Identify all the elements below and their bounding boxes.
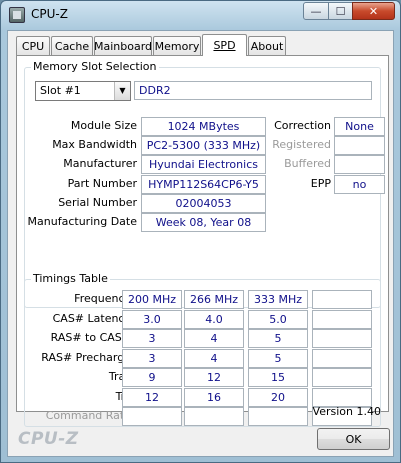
timing-row-label: RAS# to CAS# — [50, 331, 131, 344]
timing-cell — [312, 290, 372, 309]
timing-cell: 5 — [248, 349, 308, 368]
registered-value — [334, 136, 385, 155]
timing-cell: 200 MHz — [122, 290, 182, 309]
timing-cell: 266 MHz — [184, 290, 244, 309]
timing-cell — [312, 310, 372, 329]
timing-cell — [248, 407, 308, 426]
maximize-icon: ☐ — [335, 4, 346, 18]
timing-cell: 4 — [184, 349, 244, 368]
window-title: CPU-Z — [31, 7, 68, 21]
timing-cell — [122, 407, 182, 426]
correction-label: Correction — [274, 119, 331, 132]
timing-cell: 3.0 — [122, 310, 182, 329]
close-button[interactable]: ✕ — [352, 2, 395, 20]
slot-select-value: Slot #1 — [40, 84, 81, 97]
cpuz-footer-logo: CPU-Z — [18, 429, 79, 449]
tab-cpu[interactable]: CPU — [16, 36, 50, 55]
epp-value: no — [334, 175, 385, 194]
ok-button[interactable]: OK — [317, 428, 390, 450]
timing-cell: 4 — [184, 329, 244, 348]
timing-cell: 5 — [248, 329, 308, 348]
maximize-button[interactable]: ☐ — [328, 2, 353, 20]
manufacturer-label: Manufacturer — [63, 157, 137, 170]
timing-cell — [312, 368, 372, 387]
minimize-icon: — — [310, 4, 322, 18]
correction-value: None — [334, 117, 385, 136]
buffered-value — [334, 155, 385, 174]
title-bar[interactable]: CPU-Z — ☐ ✕ — [1, 1, 400, 29]
tab-spd[interactable]: SPD — [202, 34, 247, 56]
timing-cell: 333 MHz — [248, 290, 308, 309]
close-icon: ✕ — [368, 4, 379, 18]
max-bandwidth-value: PC2-5300 (333 MHz) — [141, 136, 266, 155]
tab-about[interactable]: About — [248, 36, 286, 55]
timing-row-label: CAS# Latency — [52, 312, 131, 325]
module-size-label: Module Size — [70, 119, 137, 132]
tab-memory[interactable]: Memory — [153, 36, 201, 55]
memory-type-field: DDR2 — [134, 81, 372, 100]
serial-number-value: 02004053 — [141, 194, 266, 213]
timing-cell: 4.0 — [184, 310, 244, 329]
timing-cell: 3 — [122, 349, 182, 368]
cpuz-window: CPU-Z — ☐ ✕ CPU Cache Mainboard Memory S… — [0, 0, 401, 463]
timing-cell — [312, 349, 372, 368]
timing-cell: 12 — [122, 388, 182, 407]
timing-cell — [184, 407, 244, 426]
part-number-label: Part Number — [67, 177, 137, 190]
manufacturer-value: Hyundai Electronics — [141, 155, 266, 174]
timing-cell: 5.0 — [248, 310, 308, 329]
timing-row-label: RAS# Precharge — [41, 351, 131, 364]
max-bandwidth-label: Max Bandwidth — [52, 138, 137, 151]
timing-cell: 12 — [184, 368, 244, 387]
module-size-value: 1024 MBytes — [141, 117, 266, 136]
timing-cell: 16 — [184, 388, 244, 407]
client-area: CPU Cache Mainboard Memory SPD About Mem… — [7, 30, 394, 457]
timing-cell: 3 — [122, 329, 182, 348]
timing-row-label: Command Rate — [45, 409, 131, 422]
spd-panel: Memory Slot Selection Slot #1 ▼ DDR2 Mod… — [16, 55, 389, 427]
tab-cache[interactable]: Cache — [51, 36, 93, 55]
epp-label: EPP — [310, 177, 331, 190]
timings-group-title: Timings Table — [31, 272, 110, 285]
serial-number-label: Serial Number — [58, 196, 137, 209]
registered-label: Registered — [272, 138, 331, 151]
timing-cell — [312, 329, 372, 348]
buffered-label: Buffered — [284, 157, 331, 170]
version-label: Version 1.40 — [312, 405, 381, 418]
slot-select[interactable]: Slot #1 ▼ — [35, 81, 131, 101]
cpuz-app-icon — [9, 7, 25, 23]
chevron-down-icon: ▼ — [114, 82, 130, 100]
manufacturing-date-value: Week 08, Year 08 — [141, 213, 266, 232]
tab-mainboard[interactable]: Mainboard — [94, 36, 152, 55]
timing-cell: 20 — [248, 388, 308, 407]
timing-cell: 9 — [122, 368, 182, 387]
minimize-button[interactable]: — — [303, 2, 329, 20]
manufacturing-date-label: Manufacturing Date — [27, 215, 137, 228]
part-number-value: HYMP112S64CP6-Y5 — [141, 175, 266, 194]
timing-cell: 15 — [248, 368, 308, 387]
memory-slot-group-title: Memory Slot Selection — [31, 60, 159, 73]
